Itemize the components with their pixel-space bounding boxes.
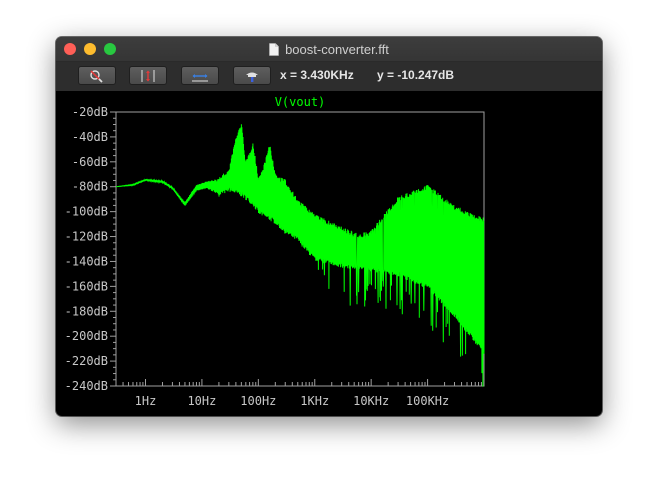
- autorange-x-button[interactable]: [181, 66, 219, 85]
- horizontal-autorange-icon: [192, 73, 208, 81]
- zoom-cancel-button[interactable]: [78, 66, 116, 85]
- x-tick-label: 10KHz: [353, 394, 389, 408]
- trace-label[interactable]: V(vout): [275, 95, 326, 109]
- autorange-y-button[interactable]: [129, 66, 167, 85]
- y-tick-label: -100dB: [65, 205, 108, 219]
- x-tick-label: 1KHz: [300, 394, 329, 408]
- y-tick-label: -220dB: [65, 354, 108, 368]
- vertical-autorange-icon: [141, 69, 155, 82]
- y-tick-label: -60dB: [72, 155, 108, 169]
- document-icon: [269, 42, 279, 56]
- x-tick-label: 1Hz: [135, 394, 157, 408]
- y-tick-label: -180dB: [65, 304, 108, 318]
- y-tick-label: -120dB: [65, 230, 108, 244]
- magnifier-cancel-icon: [90, 69, 103, 83]
- y-tick-label: -160dB: [65, 279, 108, 293]
- cursor-y-readout: y = -10.247dB: [377, 68, 455, 82]
- fft-plot[interactable]: V(vout) -20dB -40dB -60dB -80dB -100dB -120dB…: [56, 91, 602, 416]
- ltspice-fft-window: boost-converter.fft x = 3.430KHz y = -10…: [56, 37, 602, 416]
- y-tick-label: -40dB: [72, 130, 108, 144]
- trace-polyline: [116, 124, 485, 387]
- title-bar[interactable]: boost-converter.fft: [56, 37, 602, 62]
- fft-plot-area[interactable]: V(vout) -20dB -40dB -60dB -80dB -100dB -120dB…: [56, 91, 602, 416]
- y-axis: -20dB -40dB -60dB -80dB -100dB -120dB -140dB -1…: [65, 105, 116, 393]
- y-tick-label: -80dB: [72, 180, 108, 194]
- x-tick-label: 10Hz: [187, 394, 216, 408]
- hand-pan-icon: [246, 72, 258, 82]
- y-tick-label: -240dB: [65, 379, 108, 393]
- pan-button[interactable]: [233, 66, 271, 85]
- y-tick-label: -140dB: [65, 254, 108, 268]
- y-tick-label: -20dB: [72, 105, 108, 119]
- x-tick-label: 100KHz: [406, 394, 449, 408]
- window-title-group: boost-converter.fft: [56, 37, 602, 61]
- x-axis: 1Hz 10Hz 100Hz 1KHz 10KHz 100KHz: [115, 379, 482, 408]
- x-tick-label: 100Hz: [240, 394, 276, 408]
- toolbar: x = 3.430KHz y = -10.247dB: [56, 62, 602, 91]
- trace-vout: [116, 124, 485, 387]
- window-title: boost-converter.fft: [285, 41, 389, 57]
- cursor-x-readout: x = 3.430KHz: [280, 68, 354, 82]
- y-tick-label: -200dB: [65, 329, 108, 343]
